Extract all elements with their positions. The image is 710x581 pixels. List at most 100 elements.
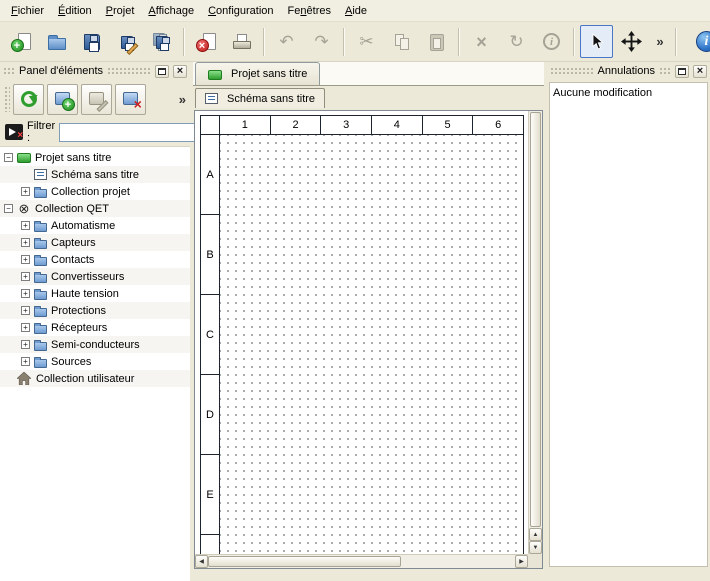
tree-item-semi-conducteurs[interactable]: + Semi-conducteurs — [0, 336, 190, 353]
close-document-button[interactable]: × — [190, 25, 223, 58]
paste-button[interactable] — [420, 25, 453, 58]
cut-button[interactable]: ✂ — [350, 25, 383, 58]
tree-item-capteurs[interactable]: + Capteurs — [0, 234, 190, 251]
tree-item-protections[interactable]: + Protections — [0, 302, 190, 319]
scroll-up-button[interactable]: ▲ — [529, 528, 542, 541]
toolbar-grip[interactable] — [4, 86, 10, 112]
row-headers: A B C D E — [201, 135, 220, 554]
expand-expander-icon[interactable]: + — [21, 221, 30, 230]
vertical-scrollbar: ▲ ▼ — [528, 111, 542, 554]
tree-item-label: Haute tension — [51, 288, 119, 300]
tree-item-automatisme[interactable]: + Automatisme — [0, 217, 190, 234]
open-document-button[interactable] — [40, 25, 73, 58]
undo-list-item[interactable]: Aucune modification — [553, 85, 704, 101]
delete-button[interactable]: × — [465, 25, 498, 58]
tree-item-contacts[interactable]: + Contacts — [0, 251, 190, 268]
expand-expander-icon[interactable]: + — [21, 306, 30, 315]
scroll-right-button[interactable]: ▶ — [515, 555, 528, 568]
filter-input[interactable] — [59, 123, 209, 142]
tree-item-projet-sans-titre[interactable]: − Projet sans titre — [0, 149, 190, 166]
expand-expander-icon[interactable]: + — [21, 272, 30, 281]
expand-expander-icon[interactable]: + — [21, 255, 30, 264]
panel-overflow-button[interactable]: » — [179, 92, 186, 107]
menu-configuration[interactable]: Configuration — [201, 2, 280, 20]
project-tab-bar: Projet sans titre — [193, 62, 544, 86]
toolbar-separator — [675, 28, 677, 56]
dock-title-label: Panel d'éléments — [19, 65, 103, 77]
scroll-down-button[interactable]: ▼ — [529, 541, 542, 554]
expand-expander-icon[interactable]: + — [21, 323, 30, 332]
folder-icon — [34, 274, 47, 283]
diagram-info-button[interactable]: i — [535, 25, 568, 58]
redo-button[interactable]: ↷ — [305, 25, 338, 58]
tree-item-label: Contacts — [51, 254, 94, 266]
expand-expander-icon[interactable]: + — [21, 340, 30, 349]
clear-filter-button[interactable]: × — [5, 124, 23, 140]
dock-float-button[interactable] — [675, 65, 689, 78]
tab-projet-sans-titre[interactable]: Projet sans titre — [195, 62, 320, 85]
tree-item-schema-sans-titre[interactable]: Schéma sans titre — [0, 166, 190, 183]
dock-close-button[interactable]: × — [173, 65, 187, 78]
folder-icon — [34, 342, 47, 351]
scroll-left-button[interactable]: ◀ — [195, 555, 208, 568]
expand-expander-icon[interactable]: + — [21, 238, 30, 247]
scrollbar-corner — [528, 554, 542, 568]
tree-item-convertisseurs[interactable]: + Convertisseurs — [0, 268, 190, 285]
open-document-icon — [46, 31, 68, 53]
menu-projet[interactable]: Projet — [99, 2, 142, 20]
rotate-button[interactable]: ↻ — [500, 25, 533, 58]
workspace: Projet sans titre Schéma sans titre 1 — [190, 62, 547, 581]
annulations-dock-title-bar[interactable]: Annulations × — [547, 62, 710, 80]
expand-expander-icon[interactable]: + — [21, 289, 30, 298]
save-as-button[interactable] — [110, 25, 143, 58]
reload-collections-button[interactable] — [13, 84, 44, 115]
diagram-grid[interactable] — [220, 135, 523, 554]
edit-element-button[interactable] — [81, 84, 112, 115]
diagram-info-icon: i — [543, 33, 560, 50]
save-button[interactable] — [75, 25, 108, 58]
print-button[interactable] — [225, 25, 258, 58]
tree-item-collection-projet[interactable]: + Collection projet — [0, 183, 190, 200]
tab-schema-sans-titre[interactable]: Schéma sans titre — [195, 88, 325, 108]
tree-item-sources[interactable]: + Sources — [0, 353, 190, 370]
delete-element-button[interactable]: × — [115, 84, 146, 115]
menu-label: ichier — [18, 5, 44, 17]
elements-panel-dock: Panel d'éléments × + × — [0, 62, 190, 581]
menu-edition[interactable]: Édition — [51, 2, 99, 20]
about-qet-button[interactable]: i — [690, 25, 710, 58]
menu-label: êtres — [307, 5, 331, 17]
expand-expander-icon[interactable]: + — [21, 357, 30, 366]
folder-icon — [34, 359, 47, 368]
collapse-expander-icon[interactable]: − — [4, 153, 13, 162]
tree-item-collection-utilisateur[interactable]: Collection utilisateur — [0, 370, 190, 387]
save-all-button[interactable] — [145, 25, 178, 58]
toolbar-overflow-button[interactable]: » — [650, 25, 670, 58]
tab-label: Projet sans titre — [231, 68, 307, 80]
float-icon — [678, 68, 686, 75]
menu-fichier[interactable]: Fichier — [4, 2, 51, 20]
move-mode-button[interactable] — [615, 25, 648, 58]
menu-affichage[interactable]: Affichage — [141, 2, 201, 20]
tree-item-recepteurs[interactable]: + Récepteurs — [0, 319, 190, 336]
menu-fenetres[interactable]: Fenêtres — [281, 2, 338, 20]
new-document-button[interactable]: + — [5, 25, 38, 58]
about-icon: i — [696, 31, 710, 52]
tree-item-haute-tension[interactable]: + Haute tension — [0, 285, 190, 302]
copy-button[interactable] — [385, 25, 418, 58]
diagram-canvas[interactable]: 1 2 3 4 5 6 A B C D — [195, 111, 528, 554]
scrollbar-thumb[interactable] — [208, 556, 401, 567]
dock-float-button[interactable] — [155, 65, 169, 78]
scrollbar-thumb[interactable] — [530, 112, 541, 527]
folder-icon — [34, 189, 47, 198]
expand-expander-icon[interactable]: + — [21, 187, 30, 196]
select-mode-button[interactable] — [580, 25, 613, 58]
tree-item-label: Semi-conducteurs — [51, 339, 140, 351]
tree-item-collection-qet[interactable]: − ⊗ Collection QET — [0, 200, 190, 217]
elements-dock-title-bar[interactable]: Panel d'éléments × — [0, 62, 190, 80]
save-all-icon — [151, 31, 173, 53]
new-element-button[interactable]: + — [47, 84, 78, 115]
menu-aide[interactable]: Aide — [338, 2, 374, 20]
collapse-expander-icon[interactable]: − — [4, 204, 13, 213]
undo-button[interactable]: ↶ — [270, 25, 303, 58]
dock-close-button[interactable]: × — [693, 65, 707, 78]
